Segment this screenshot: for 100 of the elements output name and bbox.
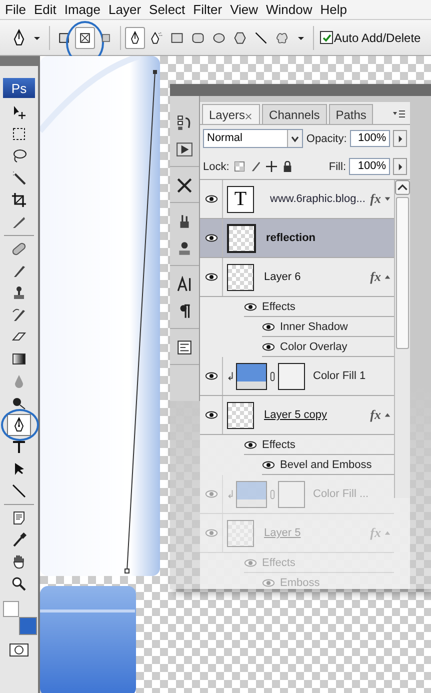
close-icon[interactable] [245, 113, 252, 120]
menu-item[interactable]: Filter [191, 2, 228, 17]
eye-icon [204, 372, 218, 380]
magic-wand-icon [11, 170, 27, 186]
menu-item[interactable]: Layer [106, 2, 148, 17]
eye-icon[interactable] [262, 322, 275, 330]
shape-tool-button[interactable] [125, 26, 145, 48]
move-icon[interactable] [266, 161, 278, 172]
lasso-tool-icon [11, 148, 27, 164]
layer-row[interactable]: reflection [200, 219, 394, 258]
eye-icon[interactable] [262, 342, 275, 350]
menu-item[interactable]: Image [62, 2, 106, 17]
checkerboard-icon[interactable] [234, 161, 246, 172]
scrollbar[interactable] [394, 180, 410, 498]
layer-thumbnail: T [227, 186, 254, 212]
expand-arrow-icon[interactable] [384, 412, 391, 418]
eye-icon [204, 490, 218, 498]
layer-name: Layer 5 [264, 527, 302, 539]
layer-name: www.6raphic.blog... [270, 193, 366, 205]
checkbox[interactable] [320, 31, 333, 44]
fill-label: Fill: [328, 160, 346, 172]
menu-item[interactable]: View [228, 2, 264, 17]
layer-row[interactable]: Layer 5 copy fx [200, 396, 394, 435]
panel-tab[interactable]: Paths [328, 104, 374, 124]
effects-row[interactable]: Effects [244, 435, 394, 455]
eye-icon [204, 529, 218, 537]
eye-icon [204, 234, 218, 242]
tool-button[interactable] [7, 414, 31, 436]
clipping-arrow-icon [227, 488, 234, 500]
lock-label: Lock: [203, 160, 230, 172]
panel-tab[interactable]: Channels [262, 104, 327, 124]
scrollbar-thumb[interactable] [396, 197, 409, 349]
blend-mode-dropdown[interactable]: Normal [203, 129, 304, 148]
line-tool-icon [11, 483, 27, 499]
menu-item[interactable]: File [3, 2, 32, 17]
polygon-icon [233, 30, 247, 46]
opacity-label: Opacity: [306, 132, 347, 144]
eye-icon[interactable] [244, 440, 257, 448]
character-icon[interactable] [176, 276, 193, 293]
fill-slider-button[interactable] [393, 158, 407, 175]
scroll-up-icon[interactable] [395, 180, 410, 195]
note-icon [11, 510, 27, 526]
effect-row[interactable]: Bevel and Emboss [262, 455, 394, 475]
link-icon [270, 370, 275, 382]
triangle-right-icon [398, 162, 402, 170]
zoom-tool-icon [11, 576, 27, 592]
play-icon[interactable] [176, 141, 193, 158]
eye-icon [204, 273, 218, 281]
brush-icon[interactable] [250, 161, 262, 172]
eyedropper-icon [11, 532, 27, 548]
mask-thumbnail [278, 362, 305, 390]
layer-row[interactable]: Color Fill 1 [200, 357, 394, 396]
foreground-color-swatch[interactable] [3, 601, 19, 617]
menu-item[interactable]: Window [264, 2, 318, 17]
effects-label: Effects [262, 300, 296, 312]
path-mode-button[interactable] [75, 26, 95, 48]
layer-row[interactable]: Layer 6 fx [200, 258, 394, 297]
fx-label: fx [370, 191, 381, 207]
effect-row[interactable]: Color Overlay [262, 337, 394, 357]
background-color-swatch[interactable] [19, 617, 37, 635]
app-logo: Ps [3, 78, 35, 98]
opacity-slider-button[interactable] [393, 130, 407, 147]
fill-field[interactable]: 100% [349, 158, 390, 175]
layer-thumbnail [227, 520, 254, 546]
type-tool-icon [11, 439, 27, 455]
stamp-tool-icon [11, 285, 27, 301]
fx-label: fx [370, 407, 381, 423]
history-brush-icon [11, 307, 27, 323]
history-icon[interactable] [176, 114, 193, 131]
effect-row[interactable]: Inner Shadow [262, 317, 394, 337]
move-tool-icon [11, 104, 27, 120]
checkbox-label[interactable]: Auto Add/Delete [334, 30, 421, 44]
menu-item[interactable]: Help [318, 2, 354, 17]
effects-row[interactable]: Effects [244, 297, 394, 317]
chevron-down-icon[interactable] [291, 134, 300, 142]
stamp-icon[interactable] [176, 240, 193, 257]
marquee-tool-icon [11, 126, 27, 142]
eye-icon[interactable] [244, 302, 257, 310]
mask-thumbnail [278, 480, 305, 508]
effects-label: Effects [262, 438, 296, 450]
hand-tool-icon [11, 554, 27, 570]
layer-comps-icon[interactable] [176, 339, 193, 356]
crop-tool-icon [11, 192, 27, 208]
expand-arrow-icon[interactable] [384, 274, 391, 280]
eye-icon [204, 411, 218, 419]
quick-mask-icon[interactable] [9, 643, 29, 657]
menu-item[interactable]: Edit [32, 2, 62, 17]
expand-arrow-icon[interactable] [384, 196, 391, 202]
gradient-tool-icon [11, 351, 27, 367]
lock-icon[interactable] [282, 161, 294, 172]
layer-name: reflection [266, 232, 317, 244]
panel-menu-icon[interactable] [392, 110, 406, 118]
line-icon [254, 30, 268, 46]
opacity-field[interactable]: 100% [350, 130, 390, 147]
link-icon [270, 488, 275, 500]
pen-tool-icon [128, 30, 142, 46]
effects-label: Effects [262, 556, 296, 568]
eye-icon[interactable] [262, 460, 275, 468]
panel-tab[interactable]: Layers [202, 104, 260, 124]
menu-item[interactable]: Select [147, 2, 192, 17]
